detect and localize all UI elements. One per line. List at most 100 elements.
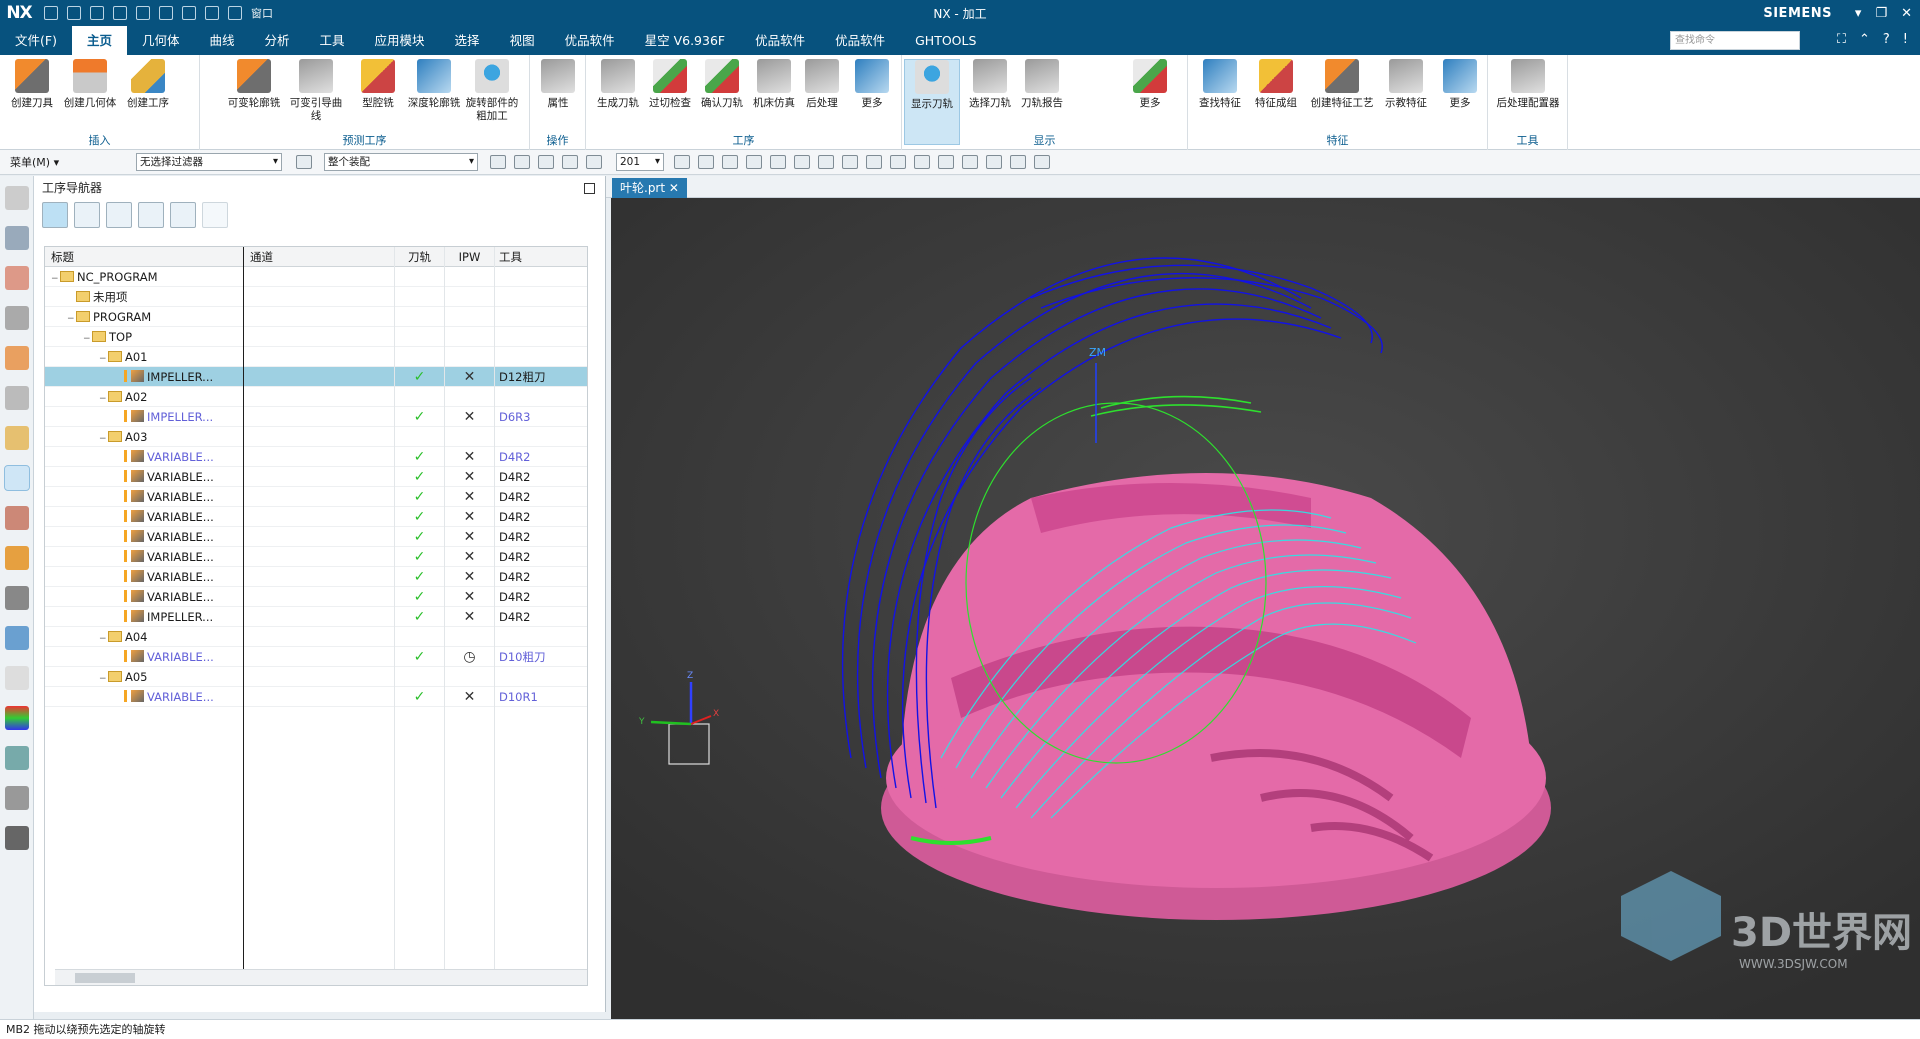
- operation-row[interactable]: VARIABLE... ✓ ✕ D10R1: [45, 687, 587, 707]
- fullscreen-icon[interactable]: ⛶: [1837, 32, 1846, 47]
- expand-toggle-icon[interactable]: −: [99, 629, 108, 647]
- tab-selection[interactable]: 选择: [440, 26, 495, 55]
- remove-column-icon[interactable]: [202, 202, 228, 228]
- create-tool-button[interactable]: 创建刀具: [4, 59, 60, 110]
- view-icon[interactable]: [1010, 155, 1026, 169]
- select-toolpath-button[interactable]: 选择刀轨: [962, 59, 1018, 110]
- expand-toggle-icon[interactable]: −: [67, 309, 76, 327]
- tab-home[interactable]: 主页: [71, 26, 127, 55]
- paste-icon[interactable]: [136, 6, 150, 20]
- tab-youpin-1[interactable]: 优品软件: [550, 26, 630, 55]
- program-folder-row[interactable]: − A01: [45, 347, 587, 367]
- view-icon[interactable]: [962, 155, 978, 169]
- window-menu[interactable]: 窗口: [251, 5, 273, 21]
- settings-gear-icon[interactable]: [5, 186, 29, 210]
- verify-toolpath-button[interactable]: 确认刀轨: [694, 59, 750, 110]
- view-icon[interactable]: [890, 155, 906, 169]
- find-feature-button[interactable]: 查找特征: [1192, 59, 1248, 110]
- column-toolpath[interactable]: 刀轨: [395, 247, 444, 267]
- variable-contour-button[interactable]: 可变轮廓铣: [226, 59, 282, 110]
- role-icon[interactable]: [5, 746, 29, 770]
- column-title[interactable]: 标题: [45, 247, 243, 267]
- layer-select[interactable]: 201: [616, 153, 664, 171]
- operation-row[interactable]: VARIABLE... ✓ ✕ D4R2: [45, 567, 587, 587]
- operation-row[interactable]: IMPELLER... ✓ ✕ D6R3: [45, 407, 587, 427]
- zlevel-profile-button[interactable]: 深度轮廓铣: [406, 59, 462, 110]
- repeat-icon[interactable]: [205, 6, 219, 20]
- analysis-icon[interactable]: [5, 706, 29, 730]
- tab-youpin-2[interactable]: 优品软件: [740, 26, 820, 55]
- tab-view[interactable]: 视图: [495, 26, 550, 55]
- part-tab[interactable]: 叶轮.prt ✕: [612, 178, 687, 198]
- type-filter-select[interactable]: 无选择过滤器: [136, 153, 282, 171]
- undo-icon[interactable]: [67, 6, 81, 20]
- part-navigator-icon[interactable]: [5, 306, 29, 330]
- add-column-icon[interactable]: [170, 202, 196, 228]
- filter-icon[interactable]: [296, 155, 312, 169]
- reuse-library-icon[interactable]: [5, 346, 29, 370]
- operation-row[interactable]: IMPELLER... ✓ ✕ D12粗刀: [45, 367, 587, 387]
- tab-curve[interactable]: 曲线: [194, 26, 249, 55]
- horizontal-scrollbar[interactable]: [55, 969, 587, 985]
- gouge-check-button[interactable]: 过切检查: [642, 59, 698, 110]
- program-folder-row[interactable]: − A04: [45, 627, 587, 647]
- collapse-ribbon-icon[interactable]: ⌃: [1859, 32, 1870, 47]
- program-folder-row[interactable]: − A02: [45, 387, 587, 407]
- tab-youpin-3[interactable]: 优品软件: [820, 26, 900, 55]
- operation-row[interactable]: VARIABLE... ✓ ✕ D4R2: [45, 547, 587, 567]
- toolpath-report-button[interactable]: 刀轨报告: [1014, 59, 1070, 110]
- geometry-view-icon[interactable]: [106, 202, 132, 228]
- operation-row[interactable]: VARIABLE... ✓ ◷ D10粗刀: [45, 647, 587, 667]
- tab-tools[interactable]: 工具: [305, 26, 360, 55]
- tab-analysis[interactable]: 分析: [250, 26, 305, 55]
- copy-icon[interactable]: [113, 6, 127, 20]
- snap-icon[interactable]: [538, 155, 554, 169]
- view-icon[interactable]: [866, 155, 882, 169]
- close-tab-icon[interactable]: ✕: [669, 181, 679, 195]
- operation-more-button[interactable]: 更多: [844, 59, 900, 110]
- tab-ghtools[interactable]: GHTOOLS: [900, 26, 991, 55]
- scroll-thumb[interactable]: [75, 973, 135, 983]
- restore-button[interactable]: ❐: [1875, 6, 1887, 21]
- program-folder-row[interactable]: 未用项: [45, 287, 587, 307]
- feature-group-button[interactable]: 特征成组: [1248, 59, 1304, 110]
- operation-navigator-icon[interactable]: [4, 465, 30, 491]
- close-button[interactable]: ✕: [1901, 6, 1912, 21]
- alert-icon[interactable]: !: [1903, 32, 1908, 47]
- command-icon[interactable]: [159, 6, 173, 20]
- window-switch-icon[interactable]: [228, 6, 242, 20]
- cut-icon[interactable]: [90, 6, 104, 20]
- tab-geometry[interactable]: 几何体: [127, 26, 195, 55]
- mic-icon[interactable]: [182, 6, 196, 20]
- command-search-input[interactable]: 查找命令: [1670, 31, 1800, 50]
- operation-row[interactable]: IMPELLER... ✓ ✕ D4R2: [45, 607, 587, 627]
- graphics-window[interactable]: ZM Z X Y 3D世界网 WWW.3DSJW.COM: [611, 198, 1920, 1019]
- create-feature-process-button[interactable]: 创建特征工艺: [1308, 59, 1376, 110]
- snap-icon[interactable]: [514, 155, 530, 169]
- create-operation-button[interactable]: 创建工序: [120, 59, 176, 110]
- operation-row[interactable]: VARIABLE... ✓ ✕ D4R2: [45, 467, 587, 487]
- minimize-button[interactable]: ▾: [1855, 6, 1862, 21]
- turbo-rough-button[interactable]: 旋转部件的粗加工: [464, 59, 520, 123]
- view-icon[interactable]: [746, 155, 762, 169]
- feature-more-button[interactable]: 更多: [1432, 59, 1488, 110]
- properties-button[interactable]: 属性: [530, 59, 586, 110]
- postprocess-button[interactable]: 后处理: [794, 59, 850, 110]
- view-icon[interactable]: [986, 155, 1002, 169]
- snap-icon[interactable]: [586, 155, 602, 169]
- view-icon[interactable]: [698, 155, 714, 169]
- machine-tool-icon[interactable]: [5, 826, 29, 850]
- operation-row[interactable]: VARIABLE... ✓ ✕ D4R2: [45, 527, 587, 547]
- info-icon[interactable]: [5, 586, 29, 610]
- teach-feature-button[interactable]: 示教特征: [1378, 59, 1434, 110]
- program-folder-row[interactable]: − A03: [45, 427, 587, 447]
- snap-icon[interactable]: [562, 155, 578, 169]
- view-icon[interactable]: [1034, 155, 1050, 169]
- process-navigator-icon[interactable]: [5, 506, 29, 530]
- view-icon[interactable]: [818, 155, 834, 169]
- post-configurator-button[interactable]: 后处理配置器: [1492, 59, 1564, 110]
- view-icon[interactable]: [770, 155, 786, 169]
- view-icon[interactable]: [914, 155, 930, 169]
- help-icon[interactable]: ?: [1883, 32, 1890, 47]
- menu-button[interactable]: 菜单(M) ▾: [10, 154, 90, 170]
